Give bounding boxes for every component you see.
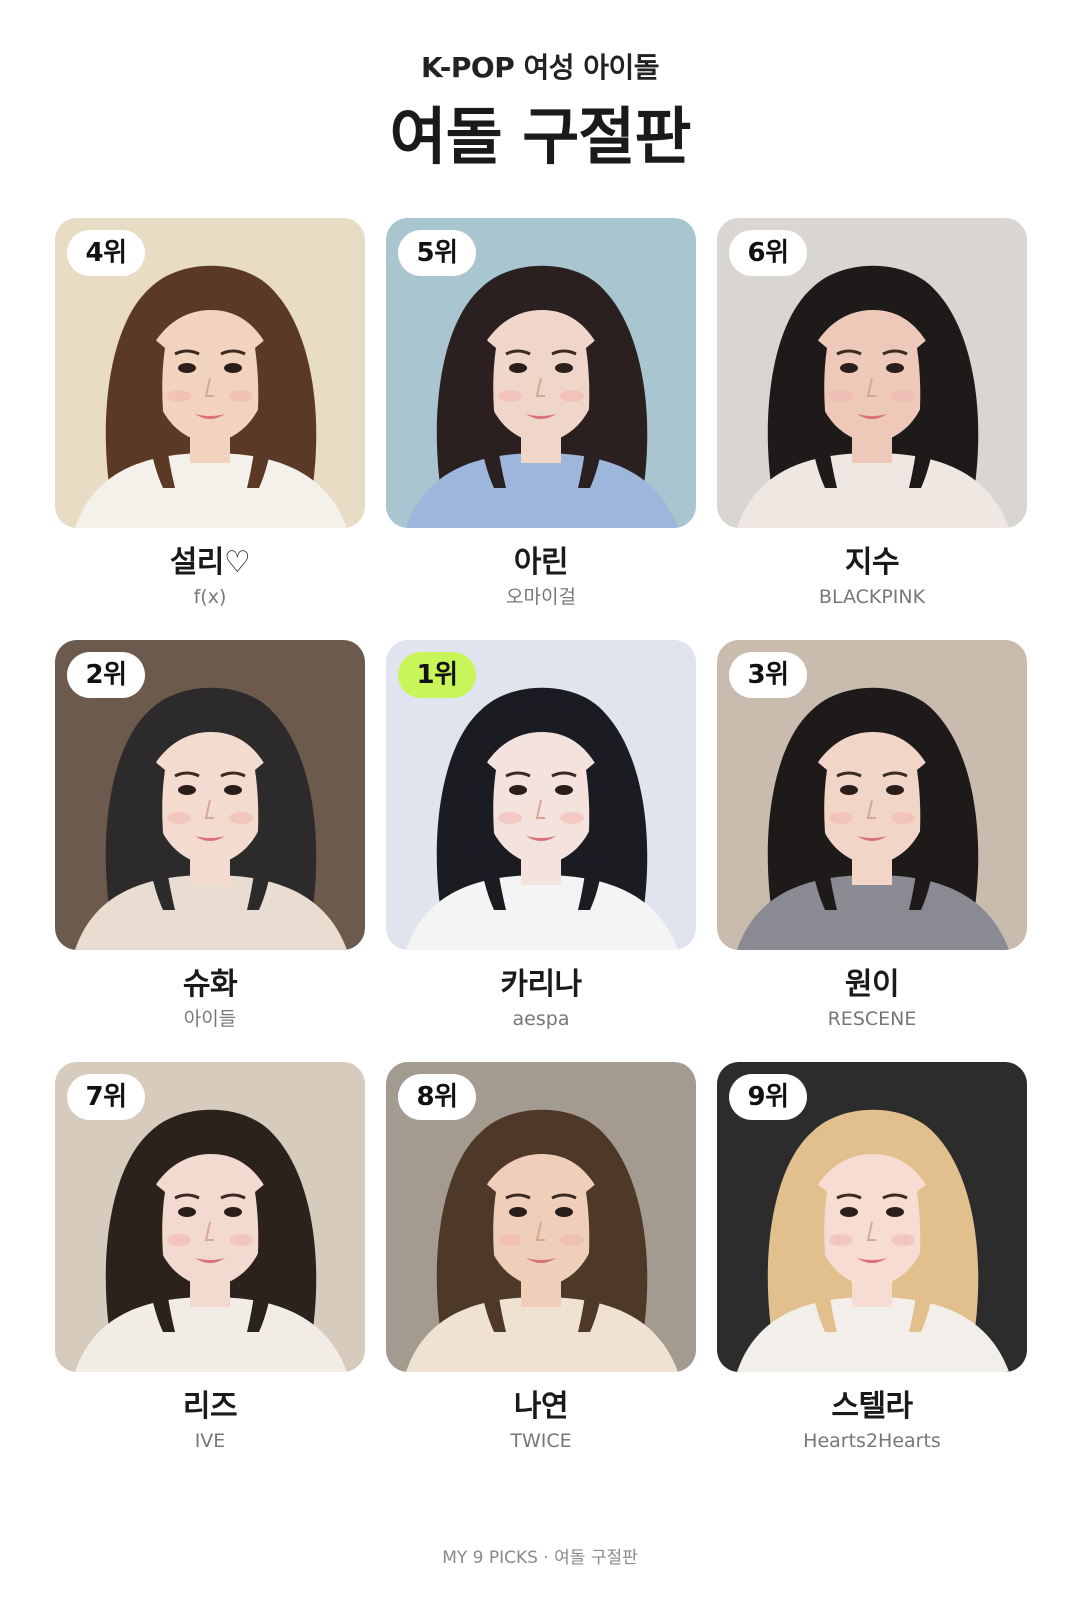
page-title: 여돌 구절판 (389, 100, 692, 173)
idol-group: aespa (512, 1008, 570, 1030)
rank-badge: 3위 (729, 652, 807, 698)
idol-group: RESCENE (827, 1008, 917, 1030)
idol-photo: 5위 (386, 218, 696, 528)
idol-group: IVE (194, 1430, 226, 1452)
idol-name: 아린 (513, 545, 569, 580)
idol-photo: 4위 (55, 218, 365, 528)
idol-group: TWICE (510, 1430, 572, 1452)
idol-card[interactable]: 8위나연 TWICE (386, 1062, 696, 1452)
idol-card[interactable]: 4위설리♡ f(x) (55, 218, 365, 608)
idol-group: 아이들 (183, 1008, 237, 1030)
idol-card[interactable]: 5위아린오마이걸 (386, 218, 696, 608)
idol-photo: 7위 (55, 1062, 365, 1372)
rank-badge: 4위 (67, 230, 145, 276)
page-subtitle: K-POP 여성 아이돌 (420, 51, 660, 84)
rank-badge: 7위 (67, 1074, 145, 1120)
idol-name: 스텔라 (831, 1389, 913, 1424)
idol-group: Hearts2Hearts (803, 1430, 941, 1452)
rank-badge: 5위 (398, 230, 476, 276)
idol-name: 리즈 (182, 1389, 238, 1424)
footer-caption: MY 9 PICKS · 여돌 구절판 (442, 1548, 638, 1568)
rank-badge: 2위 (67, 652, 145, 698)
rank-badge: 9위 (729, 1074, 807, 1120)
idol-photo: 3위 (717, 640, 1027, 950)
idol-photo: 2위 (55, 640, 365, 950)
idol-name: 카리나 (500, 967, 582, 1002)
idol-name: 슈화 (182, 967, 238, 1002)
rank-badge: 1위 (398, 652, 476, 698)
idol-group: 오마이걸 (506, 586, 576, 608)
idol-card[interactable]: 9위스텔라 Hearts2Hearts (717, 1062, 1027, 1452)
idol-photo: 9위 (717, 1062, 1027, 1372)
idol-photo: 6위 (717, 218, 1027, 528)
idol-card[interactable]: 7위리즈 IVE (55, 1062, 365, 1452)
idol-photo: 8위 (386, 1062, 696, 1372)
idol-name: 지수 (844, 545, 900, 580)
idol-name: 나연 (513, 1389, 569, 1424)
idol-card[interactable]: 6위지수 BLACKPINK (717, 218, 1027, 608)
idol-group: BLACKPINK (818, 586, 926, 608)
idol-name: 원이 (844, 967, 900, 1002)
idol-group: f(x) (193, 586, 227, 608)
rank-badge: 6위 (729, 230, 807, 276)
idol-card[interactable]: 2위슈화아이들 (55, 640, 365, 1030)
idol-card[interactable]: 3위원이 RESCENE (717, 640, 1027, 1030)
idol-photo: 1위 (386, 640, 696, 950)
page-header: K-POP 여성 아이돌 여돌 구절판 (0, 48, 1080, 174)
rank-badge: 8위 (398, 1074, 476, 1120)
idol-name: 설리♡ (169, 545, 251, 580)
idol-grid: 4위 설리♡ f(x) 5위 아린 오마이걸 6위 지수 BLACKPINK 2위 슈화 아이들 1위 카… (55, 218, 1030, 1452)
idol-card[interactable]: 1위카리나 aespa (386, 640, 696, 1030)
